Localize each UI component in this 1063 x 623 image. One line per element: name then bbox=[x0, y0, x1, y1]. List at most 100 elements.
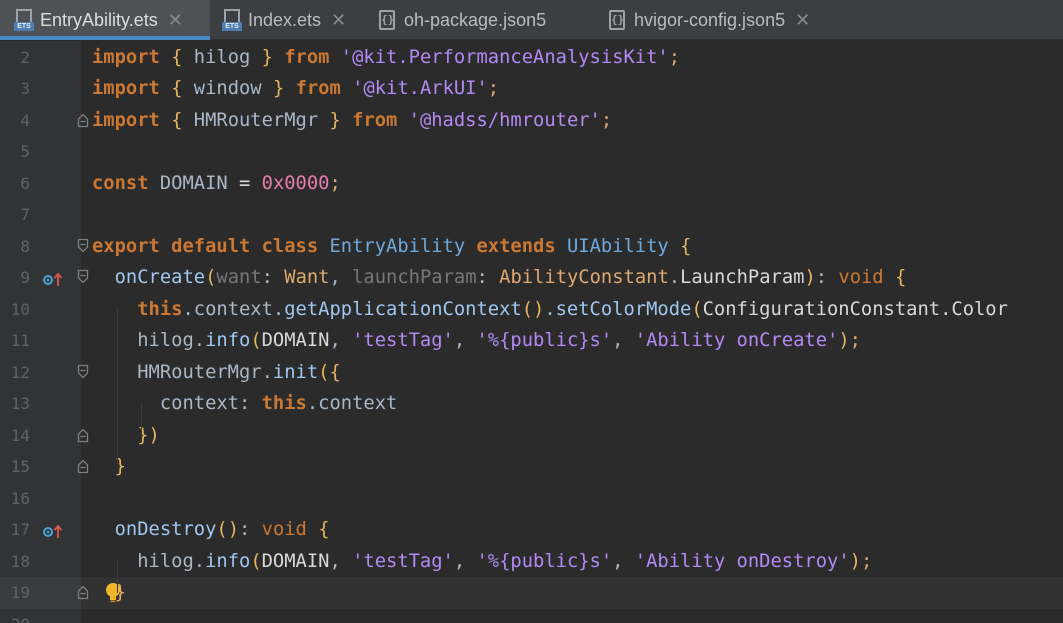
close-icon[interactable]: ✕ bbox=[331, 10, 346, 31]
code-token: '%{public}s' bbox=[476, 550, 613, 572]
code-token: ; bbox=[600, 109, 613, 131]
fold-close-icon[interactable] bbox=[77, 427, 89, 443]
tab-index[interactable]: ETS Index.ets ✕ bbox=[222, 0, 372, 40]
code-token: ) bbox=[804, 267, 816, 288]
fold-close-icon[interactable] bbox=[77, 584, 89, 600]
tab-oh-package[interactable]: {} oh-package.json5 bbox=[378, 0, 600, 40]
fold-open-icon[interactable] bbox=[77, 238, 89, 254]
ets-file-icon: ETS bbox=[222, 9, 242, 31]
code-line[interactable]: 5 bbox=[0, 136, 1063, 168]
code-token: getApplicationContext bbox=[284, 298, 522, 320]
code-line[interactable]: 19 } bbox=[0, 577, 1063, 609]
code-token: import bbox=[92, 46, 160, 68]
code-text: hilog.info(DOMAIN, 'testTag', '%{public}… bbox=[92, 325, 861, 357]
code-line[interactable]: 14 }) bbox=[0, 420, 1063, 452]
code-token: HMRouterMgr bbox=[182, 109, 330, 131]
code-token: () bbox=[216, 519, 240, 540]
code-token: HMRouterMgr. bbox=[92, 361, 273, 383]
code-token: setColorMode bbox=[555, 298, 692, 320]
code-token: '%{public}s' bbox=[476, 330, 613, 351]
code-line[interactable]: 6 const DOMAIN = 0x0000; bbox=[0, 168, 1063, 200]
code-line[interactable]: 12 HMRouterMgr.init({ bbox=[0, 357, 1063, 389]
line-number: 11 bbox=[10, 331, 30, 350]
code-line[interactable]: 18 hilog.info(DOMAIN, 'testTag', '%{publ… bbox=[0, 546, 1063, 578]
code-token: hilog. bbox=[92, 550, 206, 572]
code-line[interactable]: 11 hilog.info(DOMAIN, 'testTag', '%{publ… bbox=[0, 325, 1063, 357]
code-token: ; bbox=[849, 330, 861, 351]
code-token: = bbox=[239, 172, 251, 194]
tab-hvigor-config[interactable]: {} hvigor-config.json5 ✕ bbox=[608, 0, 848, 40]
code-token: . bbox=[544, 298, 556, 320]
fold-open-icon[interactable] bbox=[77, 269, 89, 285]
code-text: } bbox=[92, 577, 126, 609]
fold-close-icon[interactable] bbox=[77, 458, 89, 474]
override-method-icon[interactable] bbox=[42, 520, 64, 538]
code-line[interactable]: 17 onDestroy(): void { bbox=[0, 514, 1063, 546]
code-line[interactable]: 4 import { HMRouterMgr } from '@hadss/hmr… bbox=[0, 105, 1063, 137]
code-token: { bbox=[171, 109, 183, 131]
code-token: extends bbox=[476, 235, 556, 257]
line-number: 10 bbox=[10, 299, 30, 319]
code-token: window bbox=[182, 78, 273, 99]
fold-close-icon[interactable] bbox=[77, 112, 89, 128]
code-text: import { hilog } from '@kit.PerformanceA… bbox=[92, 42, 680, 74]
code-line[interactable]: 13 context: this.context bbox=[0, 388, 1063, 420]
fold-open-icon[interactable] bbox=[77, 364, 89, 380]
code-line[interactable]: 20 bbox=[0, 609, 1063, 623]
code-token: { bbox=[318, 519, 330, 540]
code-token: : bbox=[239, 519, 262, 540]
code-token: DOMAIN bbox=[261, 330, 330, 351]
json5-file-icon: {} bbox=[608, 9, 628, 31]
code-token: hilog. bbox=[92, 330, 206, 351]
override-method-icon[interactable] bbox=[42, 268, 64, 286]
close-icon[interactable]: ✕ bbox=[795, 10, 810, 31]
indent-guide bbox=[117, 560, 118, 593]
code-text: HMRouterMgr.init({ bbox=[92, 357, 341, 389]
code-token: info bbox=[205, 330, 251, 351]
code-token: DOMAIN bbox=[261, 550, 330, 572]
editor-tab-bar: ETS EntryAbility.ets ✕ ETS Index.ets ✕ {… bbox=[0, 0, 1063, 40]
code-editor[interactable]: 2 import { hilog } from '@kit.Performance… bbox=[0, 41, 1063, 623]
code-text: import { HMRouterMgr } from '@hadss/hmro… bbox=[92, 105, 612, 137]
line-number: 14 bbox=[10, 425, 30, 445]
code-token: .context. bbox=[182, 298, 285, 320]
code-token: } bbox=[329, 109, 341, 131]
code-token: ( bbox=[250, 550, 262, 572]
code-token: : bbox=[261, 267, 285, 288]
code-token: , bbox=[612, 550, 635, 572]
code-line[interactable]: 7 bbox=[0, 199, 1063, 231]
code-token: DOMAIN bbox=[148, 172, 240, 194]
code-line[interactable]: 9 onCreate(want: Want, launchParam: Abil… bbox=[0, 262, 1063, 294]
code-line[interactable]: 8 export default class EntryAbility exten… bbox=[0, 231, 1063, 263]
line-number: 6 bbox=[20, 173, 30, 193]
code-token: ; bbox=[860, 550, 873, 572]
code-line[interactable]: 15 } bbox=[0, 451, 1063, 483]
line-number: 16 bbox=[10, 488, 30, 508]
tab-entryability[interactable]: ETS EntryAbility.ets ✕ bbox=[0, 0, 210, 40]
code-text: this.context.getApplicationContext().set… bbox=[92, 294, 1008, 326]
code-token: info bbox=[205, 550, 251, 572]
code-token: '@kit.ArkUI' bbox=[352, 78, 488, 99]
code-line[interactable]: 2 import { hilog } from '@kit.Performance… bbox=[0, 42, 1063, 74]
code-token: { bbox=[894, 267, 907, 288]
code-token: default bbox=[171, 235, 251, 257]
code-token: : bbox=[476, 267, 500, 288]
code-token: ( bbox=[205, 267, 217, 288]
code-token: ( bbox=[691, 298, 703, 320]
code-token: ; bbox=[329, 172, 341, 194]
code-token: ; bbox=[487, 78, 500, 99]
code-line[interactable]: 10 this.context.getApplicationContext().… bbox=[0, 294, 1063, 326]
code-token: ) bbox=[838, 330, 850, 351]
code-line[interactable]: 3 import { window } from '@kit.ArkUI'; bbox=[0, 73, 1063, 105]
close-icon[interactable]: ✕ bbox=[168, 10, 183, 31]
code-line[interactable]: 16 bbox=[0, 483, 1063, 515]
